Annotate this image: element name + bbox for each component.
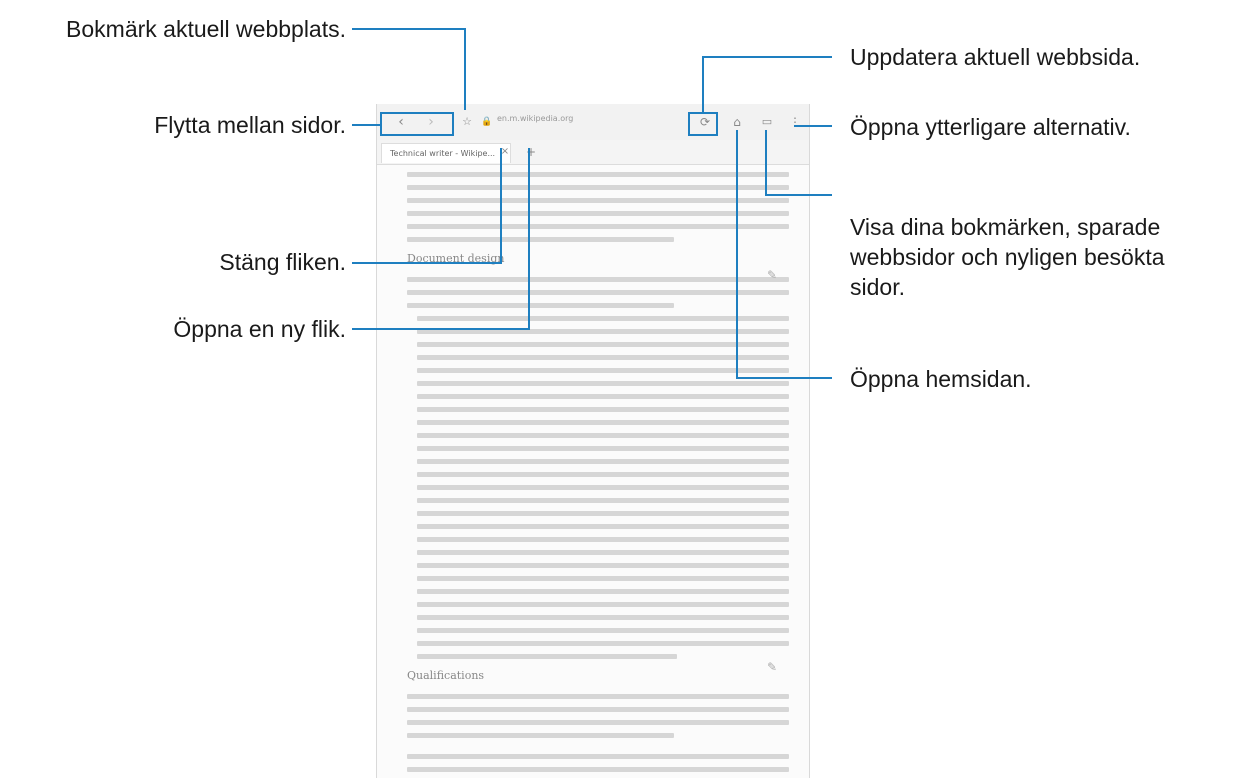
- browser-tab[interactable]: Technical writer - Wikipe...: [381, 143, 511, 163]
- callout-refresh: Uppdatera aktuell webbsida.: [850, 44, 1141, 70]
- bookmark-star-icon[interactable]: ☆: [457, 112, 477, 132]
- edit-icon[interactable]: ✎: [767, 268, 777, 282]
- callout-close-tab: Stäng fliken.: [219, 249, 346, 275]
- close-icon[interactable]: ×: [495, 142, 515, 162]
- tab-title: Technical writer - Wikipe...: [390, 149, 496, 158]
- more-icon[interactable]: ⋮: [785, 112, 805, 132]
- refresh-box: [688, 112, 718, 136]
- bookmarks-icon[interactable]: ▭: [757, 112, 777, 132]
- section-heading-qualifications: Qualifications: [407, 669, 485, 682]
- callout-navigate: Flytta mellan sidor.: [154, 112, 346, 138]
- plus-icon[interactable]: +: [521, 142, 541, 162]
- edit-icon[interactable]: ✎: [767, 660, 777, 674]
- tab-bar: Technical writer - Wikipe... × +: [377, 140, 809, 165]
- lock-icon: 🔒: [481, 117, 493, 127]
- callout-bookmarks-view: Visa dina bokmärken, sparade webbsidor o…: [850, 214, 1165, 300]
- url-field[interactable]: en.m.wikipedia.org: [497, 114, 647, 123]
- browser-screenshot: ‹ › ☆ 🔒 en.m.wikipedia.org ⟳ ⌂ ▭ ⋮ Techn…: [376, 104, 810, 778]
- callout-home: Öppna hemsidan.: [850, 366, 1032, 392]
- callout-new-tab: Öppna en ny flik.: [173, 316, 346, 342]
- callout-more-options: Öppna ytterligare alternativ.: [850, 114, 1131, 140]
- home-icon[interactable]: ⌂: [727, 112, 747, 132]
- nav-buttons-box: [380, 112, 454, 136]
- callout-bookmark: Bokmärk aktuell webbplats.: [66, 16, 346, 42]
